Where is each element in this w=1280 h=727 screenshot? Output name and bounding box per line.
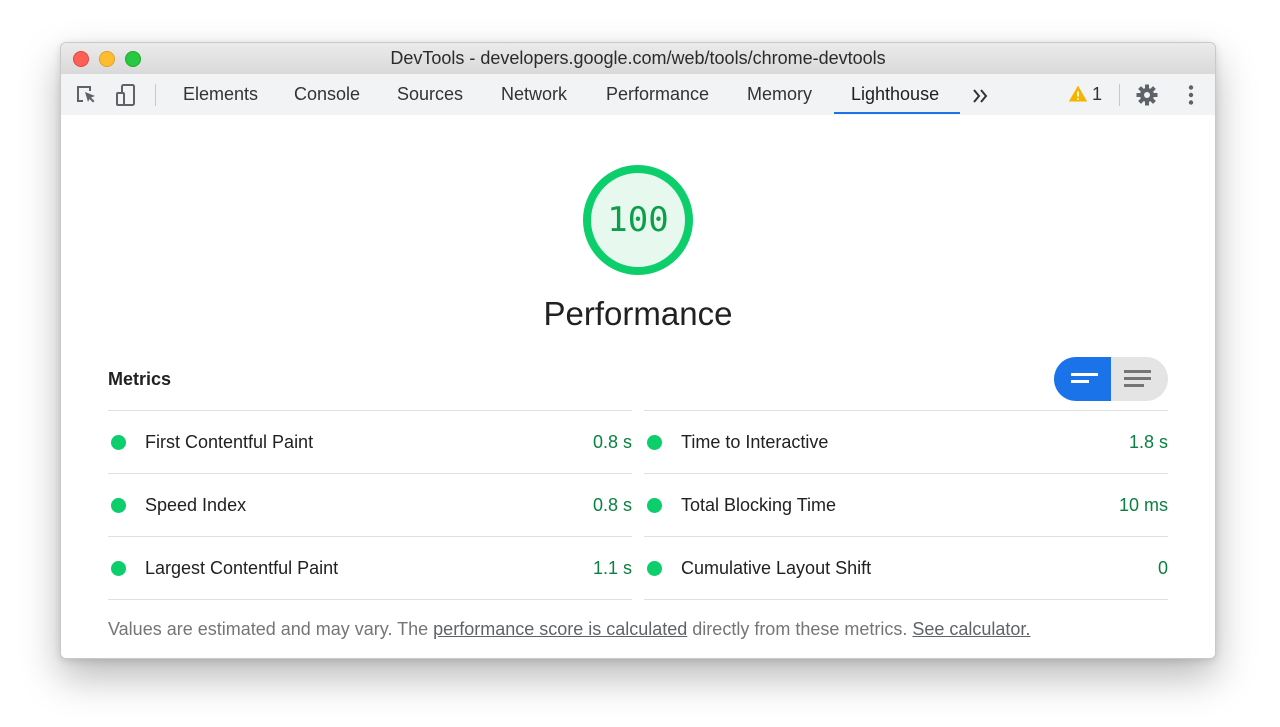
- tab-console[interactable]: Console: [294, 74, 360, 115]
- active-tab-indicator: [834, 112, 960, 114]
- devtools-window: DevTools - developers.google.com/web/too…: [60, 42, 1216, 659]
- metric-title: Cumulative Layout Shift: [681, 558, 872, 578]
- category-title: Performance: [543, 295, 733, 332]
- metric-time-to-interactive[interactable]: Time to Interactive 1.8 s: [644, 410, 1168, 473]
- metrics-heading: Metrics: [108, 369, 172, 389]
- title-bar: DevTools - developers.google.com/web/too…: [61, 43, 1215, 75]
- metric-title: Largest Contentful Paint: [145, 558, 339, 578]
- inspect-element-icon[interactable]: [74, 83, 98, 107]
- metrics-view-toggle[interactable]: [1054, 357, 1168, 401]
- metric-title: Time to Interactive: [681, 432, 829, 452]
- double-chevron-right-icon[interactable]: [969, 84, 993, 108]
- see-calculator-link[interactable]: See calculator.: [912, 619, 1030, 639]
- tab-lighthouse[interactable]: Lighthouse: [851, 74, 939, 115]
- metrics-column-right: Time to Interactive 1.8 s Total Blocking…: [644, 410, 1168, 600]
- toggle-summary-view-button[interactable]: [1054, 357, 1111, 401]
- metric-value: 0.8 s: [592, 432, 632, 452]
- device-toolbar-icon[interactable]: [114, 83, 138, 107]
- devtools-toolbar: Elements Console Sources Network Perform…: [61, 74, 1215, 116]
- metric-first-contentful-paint[interactable]: First Contentful Paint 0.8 s: [108, 410, 632, 473]
- kebab-menu-icon[interactable]: [1179, 83, 1203, 107]
- tab-elements[interactable]: Elements: [183, 74, 258, 115]
- metric-value: 0.8 s: [592, 495, 632, 515]
- metric-title: Total Blocking Time: [681, 495, 837, 515]
- metrics-footnote: Values are estimated and may vary. The p…: [108, 619, 1030, 640]
- pass-indicator-icon: [111, 561, 126, 576]
- pass-indicator-icon: [647, 561, 662, 576]
- tab-memory[interactable]: Memory: [747, 74, 812, 115]
- footnote-middle: directly from these metrics.: [687, 619, 913, 639]
- metric-title: Speed Index: [145, 495, 247, 515]
- footnote-prefix: Values are estimated and may vary. The: [108, 619, 434, 639]
- window-title: DevTools - developers.google.com/web/too…: [390, 48, 886, 68]
- score-calculated-link[interactable]: performance score is calculated: [433, 619, 687, 639]
- tab-sources[interactable]: Sources: [397, 74, 463, 115]
- metric-total-blocking-time[interactable]: Total Blocking Time 10 ms: [644, 473, 1168, 536]
- toolbar-separator: [1119, 84, 1120, 106]
- tab-performance[interactable]: Performance: [606, 74, 709, 115]
- metric-value: 10 ms: [1118, 495, 1168, 515]
- metric-value: 0: [1157, 558, 1168, 578]
- lighthouse-report: 100 Performance Metrics First Contentful…: [61, 115, 1215, 658]
- metric-largest-contentful-paint[interactable]: Largest Contentful Paint 1.1 s: [108, 536, 632, 600]
- toolbar-separator: [155, 84, 156, 106]
- toggle-expanded-view-button[interactable]: [1111, 357, 1168, 401]
- long-lines-icon: [1124, 370, 1151, 387]
- pass-indicator-icon: [111, 498, 126, 513]
- gear-icon[interactable]: [1135, 83, 1159, 107]
- metric-cumulative-layout-shift[interactable]: Cumulative Layout Shift 0: [644, 536, 1168, 600]
- pass-indicator-icon: [647, 498, 662, 513]
- performance-score: 100: [607, 200, 669, 240]
- metrics-column-left: First Contentful Paint 0.8 s Speed Index…: [108, 410, 632, 600]
- pass-indicator-icon: [647, 435, 662, 450]
- tab-network[interactable]: Network: [501, 74, 567, 115]
- metric-value: 1.1 s: [592, 558, 632, 578]
- metric-title: First Contentful Paint: [145, 432, 314, 452]
- warning-icon[interactable]: [1068, 84, 1088, 104]
- pass-indicator-icon: [111, 435, 126, 450]
- short-lines-icon: [1071, 373, 1098, 383]
- metric-value: 1.8 s: [1128, 432, 1168, 452]
- metric-speed-index[interactable]: Speed Index 0.8 s: [108, 473, 632, 536]
- warning-count[interactable]: 1: [1092, 74, 1102, 115]
